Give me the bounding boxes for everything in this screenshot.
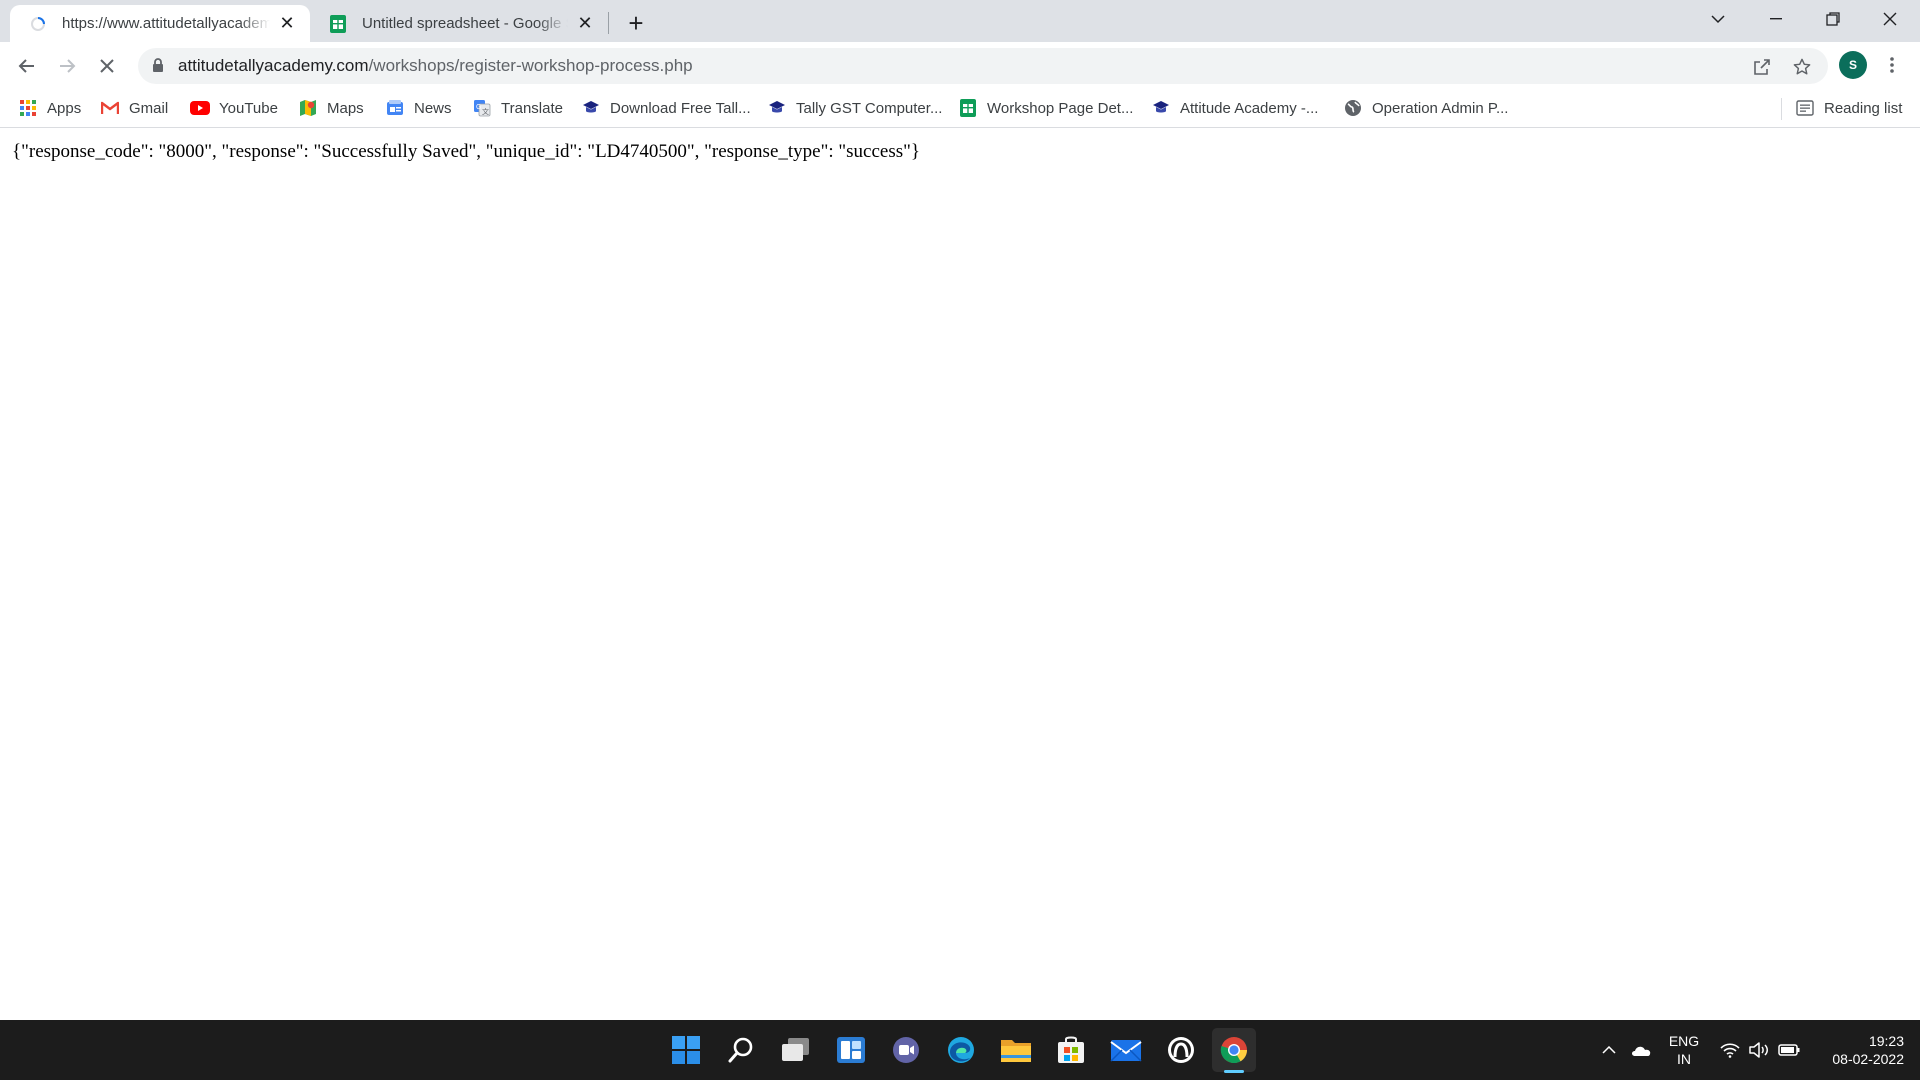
tab-attitude-register[interactable]: https://www.attitudetallyacademy.com/wor…	[10, 5, 310, 42]
edge-icon[interactable]	[939, 1028, 983, 1072]
bookmark-tally-gst-computer[interactable]: Tally GST Computer...	[767, 96, 942, 120]
battery-icon[interactable]	[1775, 1020, 1803, 1080]
bookmark-label: Translate	[501, 99, 563, 117]
bookmark-label: Download Free Tall...	[610, 99, 751, 117]
gmail-icon	[100, 98, 120, 118]
bookmark-label: Operation Admin P...	[1372, 99, 1509, 117]
file-explorer-icon[interactable]	[994, 1028, 1038, 1072]
bookmark-youtube[interactable]: YouTube	[190, 96, 278, 120]
bookmark-gmail[interactable]: Gmail	[100, 96, 168, 120]
minimize-button[interactable]	[1748, 0, 1804, 38]
bookmark-label: Maps	[327, 99, 364, 117]
bookmark-workshop-page[interactable]: Workshop Page Det...	[958, 96, 1133, 120]
url-path: /workshops/register-workshop-process.php	[368, 56, 693, 75]
maps-icon	[298, 98, 318, 118]
more-menu-icon[interactable]	[1880, 51, 1904, 79]
url-host: attitudetallyacademy.com	[178, 56, 369, 75]
attitude-academy-icon	[767, 98, 787, 118]
language-indicator[interactable]: ENG IN	[1662, 1020, 1706, 1080]
browser-toolbar: attitudetallyacademy.com/workshops/regis…	[0, 42, 1920, 88]
bookmark-maps[interactable]: Maps	[298, 96, 364, 120]
close-window-button[interactable]	[1862, 0, 1918, 38]
teams-chat-icon[interactable]	[884, 1028, 928, 1072]
bookmarks-separator	[1781, 98, 1782, 120]
lock-icon[interactable]	[152, 58, 164, 78]
bookmark-label: Gmail	[129, 99, 169, 117]
tab-title: Untitled spreadsheet - Google Sheets	[362, 15, 568, 32]
reading-list-label: Reading list	[1824, 99, 1903, 117]
tab-title: https://www.attitudetallyacademy.com/wor…	[62, 15, 270, 32]
bookmark-attitude-academy[interactable]: Attitude Academy -...	[1151, 96, 1318, 120]
chrome-icon[interactable]	[1212, 1028, 1256, 1072]
google-sheets-icon	[328, 14, 348, 34]
tab-google-sheets[interactable]: Untitled spreadsheet - Google Sheets ✕	[310, 5, 608, 42]
bookmark-label: Workshop Page Det...	[987, 99, 1134, 117]
new-tab-button[interactable]: +	[622, 9, 650, 37]
attitude-academy-icon	[581, 98, 601, 118]
mail-icon[interactable]	[1104, 1028, 1148, 1072]
svg-text:文: 文	[482, 107, 489, 116]
bookmark-label: News	[414, 99, 452, 117]
bookmark-operation-admin[interactable]: Operation Admin P...	[1343, 96, 1508, 120]
google-sheets-icon	[958, 98, 978, 118]
widgets-icon[interactable]	[829, 1028, 873, 1072]
windows-taskbar: ENG IN 19:23 08-02-2022	[0, 1020, 1920, 1080]
attitude-academy-icon	[1151, 98, 1171, 118]
reading-list-button[interactable]: Reading list	[1795, 96, 1902, 120]
forward-button[interactable]	[50, 49, 84, 83]
apps-grid-icon	[18, 98, 38, 118]
clock-time: 19:23	[1868, 1033, 1904, 1049]
back-button[interactable]	[10, 49, 44, 83]
bookmark-news[interactable]: News	[385, 96, 452, 120]
svg-text:G: G	[476, 104, 481, 111]
address-bar[interactable]: attitudetallyacademy.com/workshops/regis…	[138, 48, 1828, 84]
tab-strip: https://www.attitudetallyacademy.com/wor…	[0, 0, 1920, 42]
reading-list-icon	[1795, 98, 1815, 118]
close-tab-icon[interactable]: ✕	[276, 13, 298, 35]
clock-date: 08-02-2022	[1832, 1051, 1904, 1067]
bookmarks-bar: Apps Gmail YouTube Maps News G文 Translat…	[0, 88, 1920, 128]
microsoft-store-icon[interactable]	[1049, 1028, 1093, 1072]
json-response-text: {"response_code": "8000", "response": "S…	[12, 141, 920, 162]
windows-start-icon[interactable]	[664, 1028, 708, 1072]
profile-avatar[interactable]: S	[1839, 51, 1867, 79]
translate-icon: G文	[472, 98, 492, 118]
loading-throbber-icon	[28, 14, 48, 34]
onedrive-cloud-icon[interactable]	[1626, 1020, 1656, 1080]
close-tab-icon[interactable]: ✕	[574, 13, 596, 35]
stop-loading-button[interactable]	[90, 49, 124, 83]
bookmark-label: Tally GST Computer...	[796, 99, 943, 117]
bookmark-star-icon[interactable]	[1791, 56, 1813, 78]
bookmark-label: YouTube	[219, 99, 278, 117]
bookmark-label: Apps	[47, 99, 82, 117]
language-line1: ENG	[1668, 1033, 1700, 1049]
youtube-icon	[190, 98, 210, 118]
app-icon[interactable]	[1159, 1028, 1203, 1072]
clock[interactable]: 19:23 08-02-2022	[1812, 1020, 1904, 1080]
task-view-icon[interactable]	[774, 1028, 818, 1072]
bookmark-download-free-tally[interactable]: Download Free Tall...	[581, 96, 751, 120]
share-icon[interactable]	[1751, 56, 1773, 78]
volume-icon[interactable]	[1746, 1020, 1772, 1080]
wifi-icon[interactable]	[1717, 1020, 1743, 1080]
show-hidden-icons-button[interactable]	[1596, 1020, 1622, 1080]
active-app-indicator	[1224, 1070, 1244, 1073]
bookmark-label: Attitude Academy -...	[1180, 99, 1319, 117]
language-line2: IN	[1677, 1051, 1691, 1067]
news-icon	[385, 98, 405, 118]
tab-separator	[608, 12, 609, 34]
page-content: {"response_code": "8000", "response": "S…	[0, 129, 1920, 1019]
globe-icon	[1343, 98, 1363, 118]
search-icon[interactable]	[719, 1028, 763, 1072]
tab-search-icon[interactable]	[1690, 0, 1746, 38]
restore-button[interactable]	[1805, 0, 1861, 38]
bookmark-translate[interactable]: G文 Translate	[472, 96, 563, 120]
bookmark-apps[interactable]: Apps	[18, 96, 81, 120]
url-text[interactable]: attitudetallyacademy.com/workshops/regis…	[178, 56, 693, 76]
